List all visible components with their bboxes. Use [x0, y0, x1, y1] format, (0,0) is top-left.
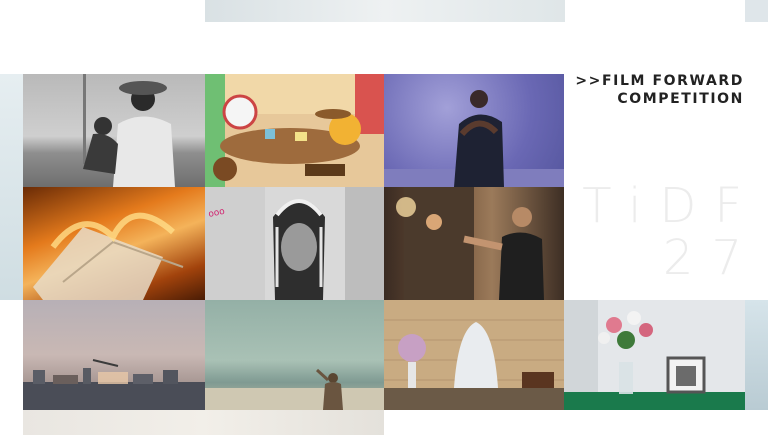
still-1-art: [83, 74, 175, 187]
still-8-art: [205, 368, 384, 410]
still-6-art: [396, 187, 544, 300]
film-still-headdress-portrait[interactable]: ooo: [205, 187, 384, 300]
backdrop-left-strip: [0, 74, 23, 300]
backdrop-bottom-strip: [23, 410, 384, 435]
film-still-flowers-and-picture-frame[interactable]: [564, 300, 745, 410]
still-7-art: [23, 359, 205, 410]
still-5-art: ooo: [205, 187, 384, 300]
competition-heading: >>FILM FORWARD COMPETITION: [575, 72, 744, 108]
film-still-person-on-shore[interactable]: [205, 300, 384, 410]
heading-line-film-forward: >>FILM FORWARD: [575, 73, 744, 89]
film-still-cartoon-tea-party[interactable]: [205, 74, 384, 187]
still-4-art: [33, 212, 184, 300]
still-2-art: [205, 74, 384, 187]
tidf-logo: TiDF 27: [582, 180, 742, 284]
heading-line-competition: COMPETITION: [617, 91, 744, 107]
backdrop-top-strip: [205, 0, 565, 22]
film-still-veiled-figure-with-flowers[interactable]: [384, 300, 564, 410]
film-still-burning-papers[interactable]: [23, 187, 205, 300]
film-still-hazy-industrial-skyline[interactable]: [23, 300, 205, 410]
backdrop-top-right-strip: [745, 0, 768, 22]
still-3-art: [384, 90, 564, 187]
logo-line-edition: 27: [662, 230, 760, 286]
logo-line-tidf: TiDF: [582, 178, 760, 234]
still-10-art: [564, 300, 745, 410]
still-9-art: [384, 319, 564, 410]
backdrop-right-strip: [745, 300, 768, 410]
film-still-dancers-embracing-purple-light[interactable]: [384, 74, 564, 187]
film-still-man-punching-mirror[interactable]: [384, 187, 564, 300]
film-still-man-in-hat-holding-baby[interactable]: [23, 74, 205, 187]
